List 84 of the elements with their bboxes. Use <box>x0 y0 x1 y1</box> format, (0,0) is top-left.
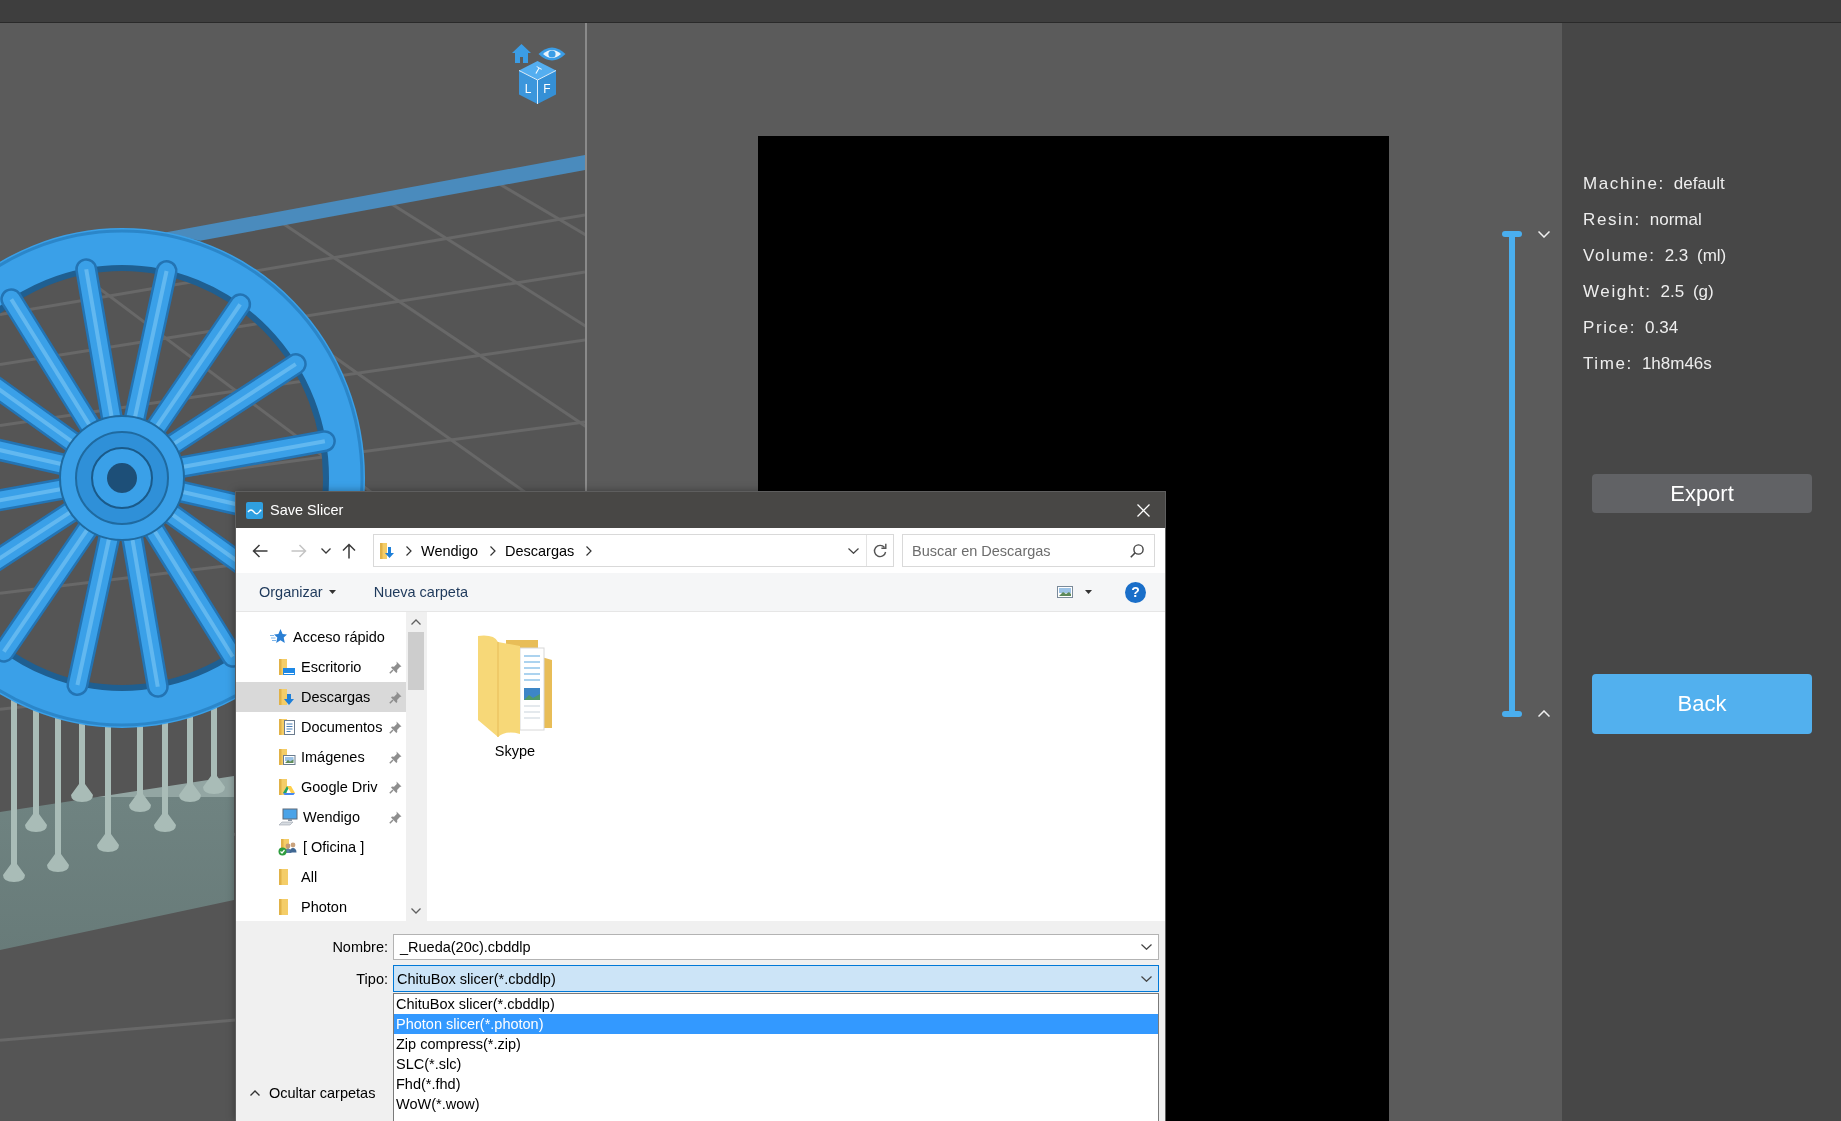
folder-icon <box>279 899 288 915</box>
info-value: 1h8m46s <box>1641 353 1712 375</box>
arrow-up-icon[interactable] <box>342 542 356 559</box>
nav-item[interactable]: Photon <box>236 892 406 921</box>
scroll-down-icon[interactable] <box>411 908 421 914</box>
scrollbar-thumb[interactable] <box>408 632 424 690</box>
dialog-title: Save Slicer <box>270 502 344 518</box>
info-value: default <box>1673 173 1725 195</box>
nav-item[interactable]: Documentos <box>236 712 406 742</box>
chevron-down-icon[interactable] <box>321 547 331 554</box>
picture-icon[interactable] <box>1057 586 1073 598</box>
info-label: Price: <box>1583 317 1637 339</box>
chevron-right-icon[interactable] <box>406 545 412 556</box>
info-value: 0.34 <box>1645 317 1679 339</box>
close-icon[interactable] <box>1137 503 1150 517</box>
chevron-down-icon[interactable] <box>1141 944 1152 950</box>
pin-icon[interactable] <box>389 780 402 794</box>
breadcrumb-item[interactable]: Descargas <box>504 542 575 559</box>
nav-item[interactable]: [ Oficina ] <box>236 832 406 862</box>
search-icon <box>1130 543 1144 558</box>
pin-icon[interactable] <box>389 810 402 824</box>
info-label: Time: <box>1583 353 1633 375</box>
info-value: normal <box>1649 209 1702 231</box>
nav-item[interactable]: Escritorio <box>236 652 406 682</box>
star-icon <box>270 629 287 645</box>
pin-icon[interactable] <box>389 720 402 734</box>
file-type-dropdown[interactable]: ChituBox slicer(*.cbddlp) <box>393 965 1159 992</box>
nav-item[interactable]: Google Driv <box>236 772 406 802</box>
folder-icon <box>279 869 288 885</box>
caret-down-icon[interactable] <box>1085 590 1092 594</box>
export-button[interactable]: Export <box>1592 474 1812 513</box>
app-icon <box>246 501 263 519</box>
filename-label: Nombre: <box>331 939 388 955</box>
organize-button[interactable]: Organizar <box>259 584 336 600</box>
file-name[interactable]: Skype <box>494 743 536 759</box>
filename-field[interactable]: _Rueda(20c).cbddlp <box>393 934 1159 960</box>
chevron-up-icon <box>250 1090 260 1096</box>
info-label: Weight: <box>1583 281 1652 303</box>
chevron-right-icon[interactable] <box>586 545 593 556</box>
chevron-up-icon[interactable] <box>1538 710 1550 717</box>
nav-item[interactable]: All <box>236 862 406 892</box>
info-label: Resin: <box>1583 209 1641 231</box>
computer-icon <box>278 808 298 826</box>
layer-slider-track[interactable] <box>1502 231 1522 717</box>
document-folder-icon <box>278 718 296 736</box>
nav-item[interactable]: Descargas <box>236 682 406 712</box>
chevron-down-icon[interactable] <box>848 547 859 554</box>
desktop-folder-icon <box>278 658 296 676</box>
info-label: Machine: <box>1583 173 1665 195</box>
new-folder-button[interactable]: Nueva carpeta <box>373 584 468 600</box>
caret-down-icon <box>328 590 336 594</box>
chevron-right-icon[interactable] <box>489 545 496 556</box>
hide-folders-button[interactable]: Ocultar carpetas <box>250 1085 376 1101</box>
dropdown-option[interactable]: Fhd(*.fhd) <box>394 1074 1158 1094</box>
nav-item[interactable]: Acceso rápido <box>236 622 406 652</box>
pin-icon[interactable] <box>389 750 402 764</box>
dropdown-option[interactable]: SLC(*.slc) <box>394 1054 1158 1074</box>
search-field[interactable]: Buscar en Descargas <box>902 534 1155 567</box>
download-folder-icon <box>278 688 296 706</box>
drive-folder-icon <box>278 778 296 796</box>
file-type-label: Tipo: <box>355 970 388 987</box>
download-folder-icon <box>380 542 394 559</box>
slider-handle[interactable] <box>1502 711 1522 717</box>
help-button[interactable]: ? <box>1125 581 1146 603</box>
nav-item[interactable]: Imágenes <box>236 742 406 772</box>
arrow-left-icon[interactable] <box>252 543 268 558</box>
info-value: 2.3 (ml) <box>1664 245 1727 267</box>
eye-icon[interactable] <box>538 46 566 62</box>
shared-folder-icon <box>278 838 298 856</box>
scroll-up-icon[interactable] <box>411 619 421 625</box>
address-bar[interactable]: Wendigo Descargas <box>373 534 894 567</box>
info-value: 2.5 (g) <box>1660 281 1714 303</box>
slider-handle[interactable] <box>1502 231 1522 237</box>
dropdown-option[interactable]: Zip compress(*.zip) <box>394 1034 1158 1054</box>
nav-item[interactable]: Wendigo <box>236 802 406 832</box>
folder-icon[interactable] <box>476 634 554 737</box>
refresh-icon[interactable] <box>873 543 887 558</box>
breadcrumb-item[interactable]: Wendigo <box>421 542 478 559</box>
chevron-down-icon[interactable] <box>1141 975 1152 982</box>
info-label: Volume: <box>1583 245 1656 267</box>
pin-icon[interactable] <box>389 660 402 674</box>
dropdown-option[interactable]: ChituBox slicer(*.cbddlp) <box>394 994 1158 1014</box>
picture-folder-icon <box>278 748 296 766</box>
dropdown-option[interactable]: WoW(*.wow) <box>394 1094 1158 1114</box>
